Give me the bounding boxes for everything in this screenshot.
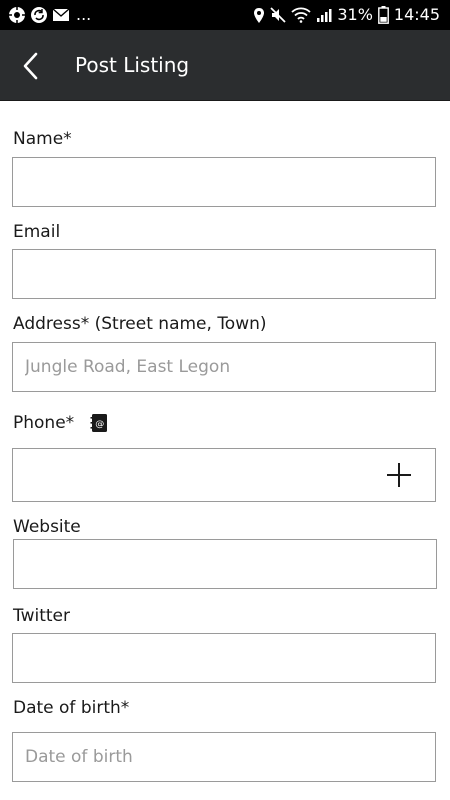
notification-icons: ... bbox=[8, 6, 91, 24]
twitter-input[interactable] bbox=[12, 633, 436, 683]
app-bar: Post Listing bbox=[0, 30, 450, 101]
mail-icon bbox=[52, 8, 70, 21]
system-icons: 31% 14:45 bbox=[253, 5, 440, 25]
phone-label: Phone* bbox=[13, 413, 75, 433]
signal-icon bbox=[317, 9, 332, 22]
website-input[interactable] bbox=[13, 539, 437, 589]
name-input[interactable] bbox=[12, 157, 436, 207]
mute-icon bbox=[270, 7, 286, 23]
wifi-icon bbox=[291, 7, 311, 23]
back-button[interactable] bbox=[16, 50, 48, 82]
status-bar: ... 31% 14:45 bbox=[0, 0, 450, 30]
battery-icon bbox=[377, 6, 389, 24]
email-input[interactable] bbox=[12, 249, 436, 299]
name-label: Name* bbox=[13, 129, 72, 149]
add-phone-button[interactable] bbox=[386, 462, 412, 488]
phone-input[interactable] bbox=[12, 448, 436, 502]
twitter-label: Twitter bbox=[13, 606, 70, 626]
contact-book-icon[interactable]: @ bbox=[90, 413, 108, 433]
address-label: Address* (Street name, Town) bbox=[13, 314, 267, 334]
battery-percent: 31% bbox=[337, 5, 373, 24]
sync-icon bbox=[31, 7, 47, 23]
clock: 14:45 bbox=[393, 5, 440, 24]
chevron-left-icon bbox=[23, 52, 38, 80]
page-title: Post Listing bbox=[75, 53, 190, 77]
address-input[interactable] bbox=[12, 342, 436, 392]
plus-icon bbox=[387, 463, 411, 487]
more-notifications-text: ... bbox=[76, 5, 92, 24]
dob-input[interactable] bbox=[12, 732, 436, 782]
location-icon bbox=[254, 7, 265, 23]
dob-label: Date of birth* bbox=[13, 698, 130, 718]
svg-text:@: @ bbox=[95, 419, 104, 429]
email-label: Email bbox=[13, 222, 61, 242]
settings-notification-icon bbox=[9, 7, 25, 23]
website-label: Website bbox=[13, 517, 81, 537]
